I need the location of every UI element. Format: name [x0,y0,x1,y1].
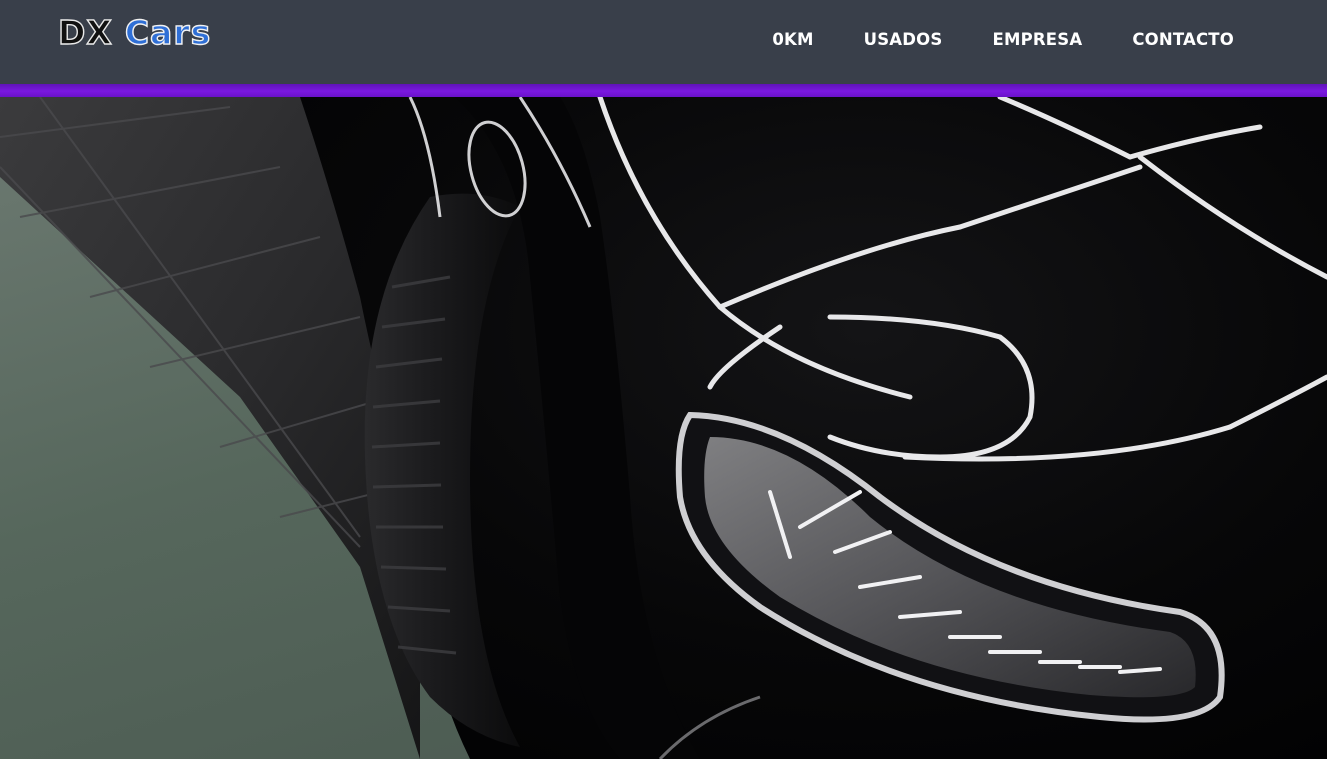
navbar: DX Cars 0KM USADOS EMPRESA CONTACTO [0,0,1327,84]
nav-link-0km[interactable]: 0KM [772,28,813,52]
hero-image [0,97,1327,759]
hero-car-illustration [0,97,1327,759]
logo-link[interactable]: DX Cars [57,10,212,54]
nav-link-contacto[interactable]: CONTACTO [1132,28,1234,52]
main-nav: 0KM USADOS EMPRESA CONTACTO [722,28,1234,52]
logo-text-cars: Cars [124,12,212,52]
page: DX Cars 0KM USADOS EMPRESA CONTACTO [0,0,1327,759]
nav-link-empresa[interactable]: EMPRESA [992,28,1082,52]
logo-text-dx: DX [57,12,113,52]
accent-bar [0,84,1327,97]
nav-link-usados[interactable]: USADOS [864,28,943,52]
